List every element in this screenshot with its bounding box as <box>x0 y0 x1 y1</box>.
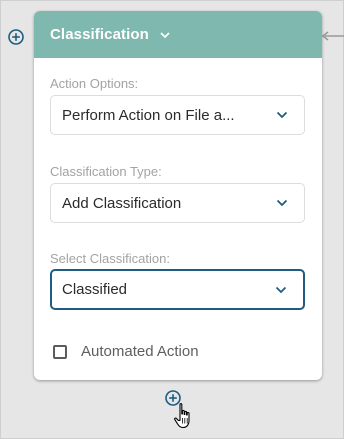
arrow-left-icon <box>321 31 344 41</box>
incoming-connector-arrow <box>320 27 344 45</box>
chevron-down-icon <box>160 31 170 38</box>
plus-circle-icon <box>8 29 24 45</box>
hand-pointer-icon <box>172 402 196 430</box>
classification-type-select[interactable]: Add Classification <box>50 183 305 223</box>
classification-type-label: Classification Type: <box>50 164 162 179</box>
automated-action-checkbox[interactable] <box>53 344 67 359</box>
chevron-down-icon <box>275 286 287 293</box>
action-options-label: Action Options: <box>50 76 139 91</box>
select-classification-select[interactable]: Classified <box>50 269 305 310</box>
add-node-left-button[interactable] <box>7 28 25 46</box>
classification-type-value: Add Classification <box>62 194 182 212</box>
card-title: Classification <box>50 26 149 43</box>
classification-card: Classification Action Options: Perform A… <box>34 11 322 380</box>
chevron-down-icon <box>276 199 288 207</box>
automated-action-label: Automated Action <box>81 343 199 360</box>
select-classification-label: Select Classification: <box>50 251 170 266</box>
chevron-down-icon <box>276 111 288 119</box>
action-options-select[interactable]: Perform Action on File a... <box>50 95 305 135</box>
action-options-value: Perform Action on File a... <box>62 106 235 124</box>
automated-action-row: Automated Action <box>53 343 199 360</box>
card-header[interactable]: Classification <box>34 11 322 58</box>
select-classification-value: Classified <box>62 281 128 298</box>
